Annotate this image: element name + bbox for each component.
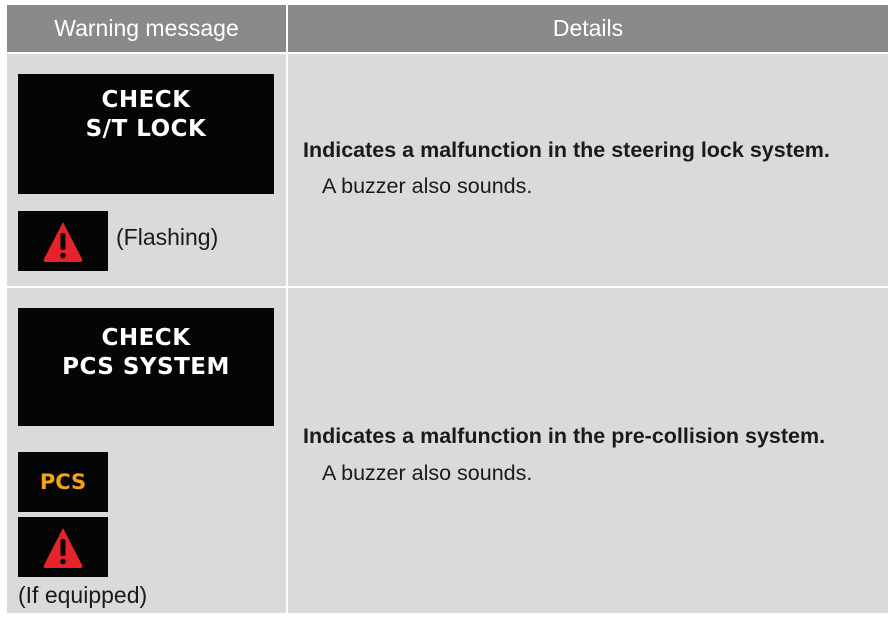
detail-title: Indicates a malfunction in the steering …: [303, 138, 830, 162]
display-line: CHECK: [101, 325, 191, 351]
warning-triangle-icon: [18, 211, 108, 271]
table-row: CHECK PCS SYSTEM PCS (If equipped) Indic…: [7, 288, 888, 613]
warning-table: Warning message Details CHECK S/T LOCK (…: [7, 5, 888, 613]
detail-title: Indicates a malfunction in the pre-colli…: [303, 424, 826, 448]
display-line: PCS SYSTEM: [62, 354, 230, 380]
column-divider: [286, 288, 288, 613]
table-row: CHECK S/T LOCK (Flashing) Indicates a ma…: [7, 54, 888, 286]
warning-triangle-icon: [18, 517, 108, 577]
header-details: Details: [552, 15, 624, 41]
if-equipped-note: (If equipped): [18, 582, 148, 608]
flashing-note: (Flashing): [116, 224, 219, 250]
display-line: CHECK: [101, 87, 191, 113]
detail-subtitle: A buzzer also sounds.: [322, 461, 533, 485]
table-header: Warning message Details: [7, 5, 888, 52]
multi-info-display: CHECK PCS SYSTEM: [18, 308, 274, 426]
multi-info-display: CHECK S/T LOCK: [18, 74, 274, 194]
display-line: S/T LOCK: [85, 116, 207, 142]
column-divider: [286, 54, 288, 286]
pcs-indicator-icon: PCS: [18, 452, 108, 512]
detail-subtitle: A buzzer also sounds.: [322, 174, 533, 198]
header-warning-message: Warning message: [54, 15, 239, 41]
pcs-indicator-label: PCS: [39, 470, 87, 494]
